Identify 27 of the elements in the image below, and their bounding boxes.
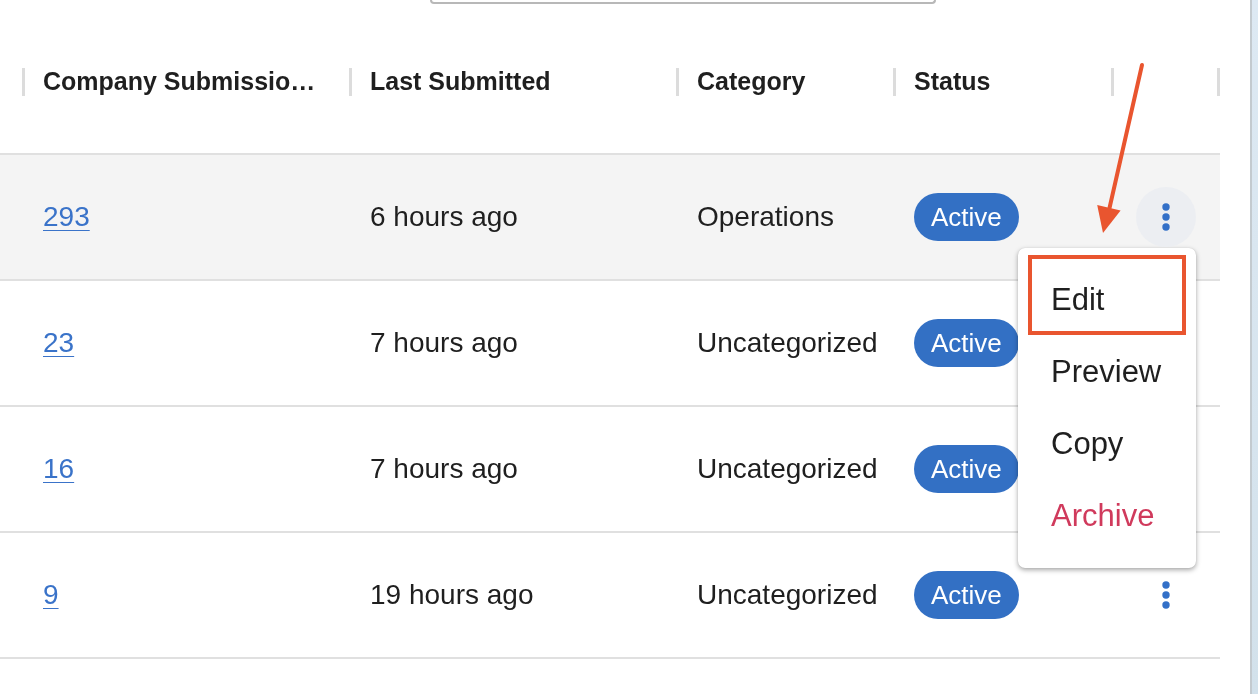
status-badge: Active (914, 445, 1019, 493)
column-header: Category (697, 67, 806, 96)
menu-item[interactable]: Preview (1018, 336, 1196, 408)
column-header: Last Submitted (370, 67, 551, 96)
submission-link[interactable]: 23 (43, 327, 75, 359)
vertical-dots-icon (1162, 581, 1170, 609)
status-badge: Active (914, 193, 1019, 241)
submission-link[interactable]: 9 (43, 579, 59, 611)
table-cell: Uncategorized (697, 327, 878, 359)
vertical-dots-icon (1162, 203, 1170, 231)
column-header: Company Submissio… (43, 67, 316, 96)
table-cell: Uncategorized (697, 453, 878, 485)
menu-item[interactable]: Archive (1018, 480, 1196, 552)
table-cell: Uncategorized (697, 579, 878, 611)
table-cell: 7 hours ago (370, 327, 518, 359)
menu-item[interactable]: Edit (1018, 264, 1196, 336)
input-field[interactable] (430, 0, 936, 4)
menu-item[interactable]: Copy (1018, 408, 1196, 480)
submission-link[interactable]: 293 (43, 201, 90, 233)
table-cell: 7 hours ago (370, 453, 518, 485)
table-cell: 19 hours ago (370, 579, 534, 611)
table-cell: 6 hours ago (370, 201, 518, 233)
submission-link[interactable]: 16 (43, 453, 75, 485)
table-cell: Operations (697, 201, 834, 233)
status-badge: Active (914, 571, 1019, 619)
column-header: Status (914, 67, 991, 96)
status-badge: Active (914, 319, 1019, 367)
